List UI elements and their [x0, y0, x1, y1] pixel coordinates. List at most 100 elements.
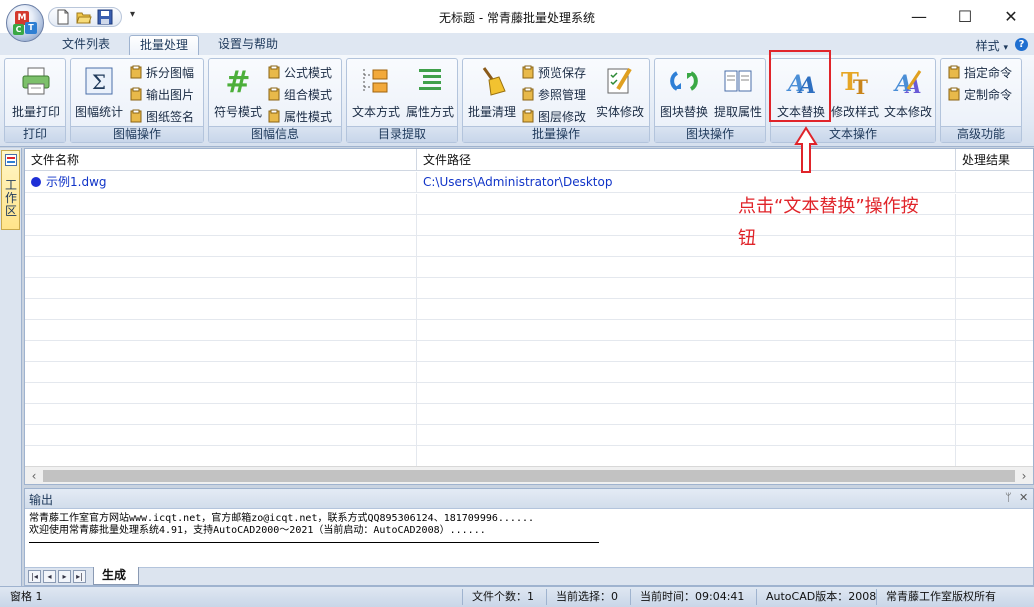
batch-print-label: 批量打印	[11, 105, 60, 119]
attr-mode-button[interactable]: 属性模式	[267, 106, 332, 126]
modify-style-label: 修改样式	[830, 105, 879, 119]
status-time: 当前时间：09:04:41	[640, 590, 745, 603]
workspace-icon	[5, 154, 17, 166]
block-replace-button[interactable]: 图块替换	[657, 63, 711, 123]
svg-text:A: A	[904, 74, 922, 97]
attr-mode-label: 属性模式	[284, 109, 333, 124]
group-frame-label: 图幅操作	[71, 126, 203, 142]
split-frame-button[interactable]: 拆分图幅	[129, 62, 194, 82]
clipboard-icon	[521, 87, 535, 101]
drawing-sign-button[interactable]: 图纸签名	[129, 106, 194, 126]
empty-cell	[417, 362, 956, 383]
layer-modify-button[interactable]: 图层修改	[521, 106, 586, 126]
export-image-button[interactable]: 输出图片	[129, 84, 194, 104]
svg-text:T: T	[853, 75, 868, 97]
output-header: 输出 ᛘ ✕	[25, 489, 1033, 509]
workspace-side-tab[interactable]: 工作区	[1, 150, 20, 230]
group-batch-label: 批量操作	[463, 126, 649, 142]
assign-command-button[interactable]: 指定命令	[947, 62, 1012, 82]
empty-cell	[25, 257, 417, 278]
preview-save-button[interactable]: 预览保存	[521, 62, 586, 82]
table-row[interactable]: 示例1.dwg C:\Users\Administrator\Desktop	[25, 172, 1033, 193]
clipboard-icon	[267, 65, 281, 79]
file-name-text: 示例1.dwg	[46, 175, 107, 189]
entity-modify-label: 实体修改	[595, 105, 644, 119]
formula-mode-label: 公式模式	[284, 65, 333, 80]
tab-batch-process[interactable]: 批量处理	[129, 35, 200, 55]
symbol-mode-button[interactable]: # 符号模式	[211, 63, 265, 123]
scroll-left-icon[interactable]: ‹	[26, 468, 42, 484]
status-separator	[630, 589, 631, 605]
output-close-icon[interactable]: ✕	[1019, 491, 1028, 504]
empty-cell	[956, 383, 1033, 404]
text-mode-button[interactable]: 文本方式	[349, 63, 403, 123]
combo-mode-button[interactable]: 组合模式	[267, 84, 332, 104]
group-batch-ops: 批量清理 预览保存 参照管理 图层修改 实体修改 批量操作	[462, 58, 650, 143]
status-pane: 窗格 1	[10, 590, 43, 603]
custom-command-button[interactable]: 定制命令	[947, 84, 1012, 104]
sigma-icon: Σ	[83, 65, 115, 97]
attr-way-button[interactable]: 属性方式	[403, 63, 457, 123]
clipboard-icon	[947, 65, 961, 79]
help-icon[interactable]: ?	[1015, 38, 1028, 51]
group-frame-ops: Σ 图幅统计 拆分图幅 输出图片 图纸签名 图幅操作	[70, 58, 204, 143]
app-menu-orb[interactable]: M T C	[6, 4, 44, 42]
empty-cell	[956, 446, 1033, 467]
clipboard-icon	[129, 109, 143, 123]
empty-cell	[956, 194, 1033, 215]
hash-icon: #	[222, 65, 254, 100]
symbol-mode-label: 符号模式	[213, 105, 262, 119]
status-copyright: 常青藤工作室版权所有	[886, 590, 996, 603]
extract-attr-button[interactable]: 提取属性	[711, 63, 765, 123]
status-file-count: 文件个数：1	[472, 590, 534, 603]
empty-cell	[956, 320, 1033, 341]
tab-file-list[interactable]: 文件列表	[52, 35, 120, 55]
status-autocad-version: AutoCAD版本：2008	[766, 590, 877, 603]
next-page-icon[interactable]: ▸	[58, 570, 71, 583]
empty-row	[25, 446, 1033, 467]
empty-row	[25, 257, 1033, 278]
horizontal-scrollbar[interactable]: ‹ ›	[25, 466, 1033, 484]
batch-print-button[interactable]: 批量打印	[8, 63, 64, 123]
empty-cell	[25, 194, 417, 215]
status-bar: 窗格 1 文件个数：1 当前选择：0 当前时间：09:04:41 AutoCAD…	[0, 586, 1034, 607]
col-header-result[interactable]: 处理结果	[956, 149, 1033, 171]
export-image-label: 输出图片	[146, 87, 195, 102]
frame-stats-button[interactable]: Σ 图幅统计	[73, 63, 125, 123]
col-header-name[interactable]: 文件名称	[25, 149, 417, 171]
empty-cell	[956, 257, 1033, 278]
tab-settings-help[interactable]: 设置与帮助	[208, 35, 288, 55]
group-frame-info: # 符号模式 公式模式 组合模式 属性模式 图幅信息	[208, 58, 342, 143]
close-button[interactable]: ✕	[988, 0, 1034, 32]
style-menu[interactable]: 样式 ▾	[976, 37, 1008, 54]
entity-modify-button[interactable]: 实体修改	[593, 63, 647, 123]
output-log: 常青藤工作室官方网站www.icqt.net，官方邮箱zo@icqt.net，联…	[29, 513, 534, 537]
empty-cell	[417, 257, 956, 278]
group-print: 批量打印 打印	[4, 58, 66, 143]
status-separator	[546, 589, 547, 605]
batch-purge-button[interactable]: 批量清理	[465, 63, 519, 123]
pin-icon[interactable]: ᛘ	[1005, 491, 1012, 504]
modify-style-button[interactable]: TT 修改样式	[827, 63, 883, 123]
col-header-path[interactable]: 文件路径	[417, 149, 956, 171]
prev-page-icon[interactable]: ◂	[43, 570, 56, 583]
formula-mode-button[interactable]: 公式模式	[267, 62, 332, 82]
custom-command-label: 定制命令	[964, 87, 1013, 102]
empty-cell	[417, 299, 956, 320]
empty-row	[25, 341, 1033, 362]
xref-manage-button[interactable]: 参照管理	[521, 84, 586, 104]
annotation-text: 点击“文本替换”操作按钮	[738, 196, 919, 249]
highlight-box	[769, 50, 831, 122]
tab-generate[interactable]: 生成	[93, 567, 140, 585]
last-page-icon[interactable]: ▸|	[73, 570, 86, 583]
combo-mode-label: 组合模式	[284, 87, 333, 102]
first-page-icon[interactable]: |◂	[28, 570, 41, 583]
minimize-button[interactable]: —	[896, 0, 942, 32]
maximize-button[interactable]: ☐	[942, 0, 988, 32]
scroll-thumb[interactable]	[43, 470, 1015, 482]
text-tt-icon: TT	[839, 65, 871, 99]
orb-c-logo: C	[13, 24, 24, 35]
attr-way-label: 属性方式	[405, 105, 454, 119]
scroll-right-icon[interactable]: ›	[1016, 468, 1032, 484]
text-modify-button[interactable]: AA 文本修改	[881, 63, 935, 123]
